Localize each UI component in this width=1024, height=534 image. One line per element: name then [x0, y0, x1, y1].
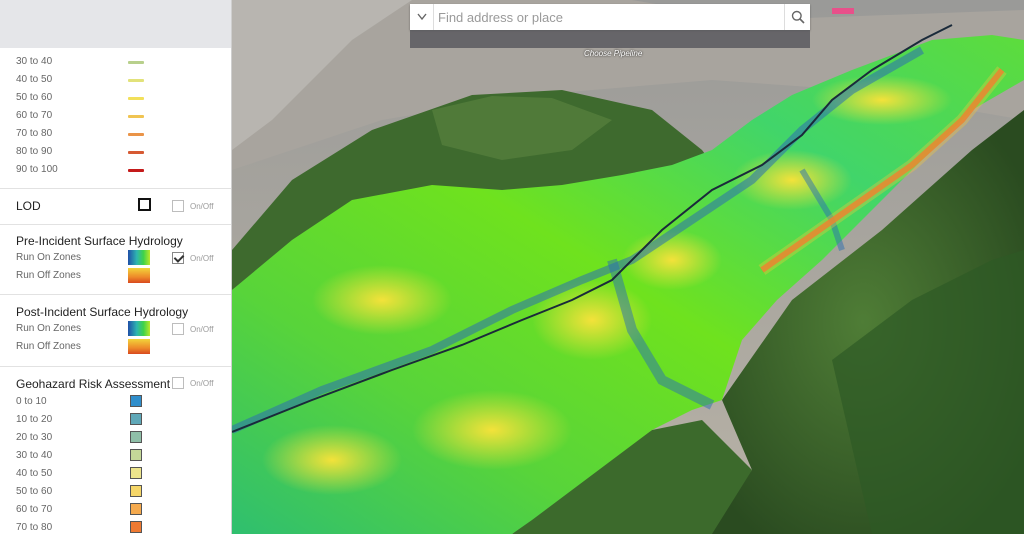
legend-swatch: [128, 151, 144, 154]
post-run-off-swatch: [128, 339, 150, 354]
legend-swatch: [128, 115, 144, 118]
legend-item-label: 80 to 90: [16, 146, 53, 157]
geohazard-item-label: 40 to 50: [16, 468, 53, 479]
divider: [0, 224, 231, 225]
divider: [0, 294, 231, 295]
legend-item-label: 50 to 60: [16, 92, 53, 103]
pre-run-off-swatch: [128, 268, 150, 283]
pre-incident-toggle-label: On/Off: [190, 254, 214, 263]
pre-run-on-label: Run On Zones: [16, 252, 82, 263]
divider: [0, 366, 231, 367]
geohazard-item-label: 50 to 60: [16, 486, 53, 497]
legend-sidebar: 30 to 40 40 to 50 50 to 60 60 to 70 70 t…: [0, 0, 232, 534]
geohazard-title: Geohazard Risk Assessment: [16, 377, 171, 391]
post-run-on-swatch: [128, 321, 150, 336]
legend-item-label: 70 to 80: [16, 128, 53, 139]
geohazard-item-label: 70 to 80: [16, 522, 53, 533]
legend-item-label: 40 to 50: [16, 74, 53, 85]
geohazard-item-label: 20 to 30: [16, 432, 53, 443]
geohazard-item-label: 30 to 40: [16, 450, 53, 461]
pre-run-off-label: Run Off Zones: [16, 270, 81, 281]
search-bar: [410, 4, 810, 30]
geohazard-swatch: [130, 467, 142, 479]
post-incident-toggle-label: On/Off: [190, 325, 214, 334]
geohazard-item-label: 60 to 70: [16, 504, 53, 515]
terrain-scene: [232, 0, 1024, 534]
search-icon: [791, 10, 805, 24]
geohazard-swatch: [130, 431, 142, 443]
geohazard-swatch: [130, 413, 142, 425]
geohazard-swatch: [130, 449, 142, 461]
lod-swatch: [138, 198, 151, 211]
post-run-on-label: Run On Zones: [16, 323, 82, 334]
pipeline-panel: [410, 30, 810, 48]
geohazard-swatch: [130, 521, 142, 533]
geohazard-swatch: [130, 395, 142, 407]
legend-swatch: [128, 169, 144, 172]
legend-swatch: [128, 61, 144, 64]
post-incident-title: Post-Incident Surface Hydrology: [16, 305, 189, 319]
lod-title: LOD: [16, 199, 41, 213]
geohazard-swatch: [130, 485, 142, 497]
map-view[interactable]: [232, 0, 1024, 534]
search-button[interactable]: [784, 4, 810, 30]
legend-item-label: 30 to 40: [16, 56, 53, 67]
geohazard-item-label: 10 to 20: [16, 414, 53, 425]
geohazard-item-label: 0 to 10: [16, 396, 47, 407]
legend-item-label: 60 to 70: [16, 110, 53, 121]
pre-incident-checkbox[interactable]: [172, 252, 184, 264]
legend-item-label: 90 to 100: [16, 164, 58, 175]
chevron-down-icon: [416, 13, 427, 21]
sidebar-header: [0, 0, 231, 48]
legend-swatch: [128, 133, 144, 136]
legend-swatch: [128, 79, 144, 82]
pre-incident-title: Pre-Incident Surface Hydrology: [16, 234, 183, 248]
pre-run-on-swatch: [128, 250, 150, 265]
search-input[interactable]: [436, 7, 780, 27]
geohazard-checkbox[interactable]: [172, 377, 184, 389]
lod-checkbox[interactable]: [172, 200, 184, 212]
choose-pipeline-link[interactable]: Choose Pipeline: [584, 49, 642, 58]
legend-swatch: [128, 97, 144, 100]
search-source-dropdown[interactable]: [410, 4, 434, 30]
divider: [0, 188, 231, 189]
geohazard-toggle-label: On/Off: [190, 379, 214, 388]
post-incident-checkbox[interactable]: [172, 323, 184, 335]
lod-toggle-label: On/Off: [190, 202, 214, 211]
geohazard-swatch: [130, 503, 142, 515]
post-run-off-label: Run Off Zones: [16, 341, 81, 352]
